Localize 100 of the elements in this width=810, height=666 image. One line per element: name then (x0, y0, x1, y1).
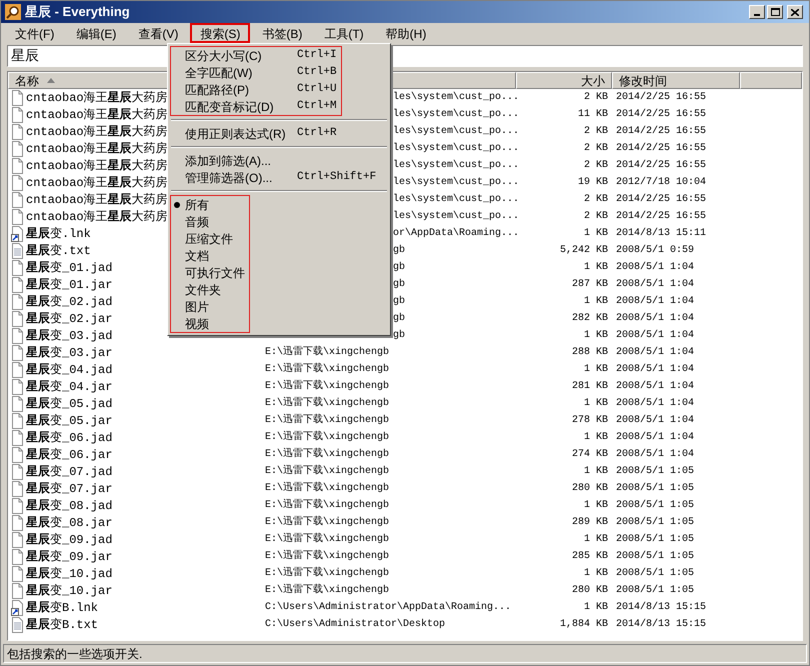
file-path: gb (393, 245, 406, 256)
file-path: les\system\cust_po... (393, 126, 520, 137)
file-size: 1,884 KB (560, 618, 608, 632)
file-path: E:\迅雷下载\xingchengb (265, 500, 390, 511)
file-size: 1 KB (584, 295, 608, 309)
file-size: 287 KB (572, 278, 608, 292)
modified-time: 2008/5/1 1:04 (616, 313, 694, 324)
file-size: 1 KB (584, 227, 608, 241)
modified-time: 2014/8/13 15:15 (616, 602, 706, 613)
modified-time: 2008/5/1 1:04 (616, 262, 694, 273)
file-path: les\system\cust_po... (393, 211, 520, 222)
modified-time: 2008/5/1 1:04 (616, 279, 694, 290)
modified-time: 2008/5/1 1:04 (616, 449, 694, 460)
modified-time: 2012/7/18 10:04 (616, 177, 706, 188)
file-size: 281 KB (572, 380, 608, 394)
file-path: E:\迅雷下载\xingchengb (265, 347, 390, 358)
file-name: cntaobao海王星辰大药房 (26, 90, 168, 106)
file-size: 280 KB (572, 482, 608, 496)
file-size: 288 KB (572, 346, 608, 360)
file-size: 285 KB (572, 550, 608, 564)
modified-time: 2014/2/25 16:55 (616, 143, 706, 154)
modified-time: 2014/2/25 16:55 (616, 126, 706, 137)
file-size: 11 KB (578, 108, 608, 122)
file-path: gb (393, 330, 406, 341)
modified-time: 2008/5/1 1:04 (616, 381, 694, 392)
file-path: E:\迅雷下载\xingchengb (265, 551, 390, 562)
file-name: 星辰变_05.jar (26, 412, 112, 430)
modified-time: 2008/5/1 1:05 (616, 568, 694, 579)
file-size: 289 KB (572, 516, 608, 530)
file-path: C:\Users\Administrator\Desktop (265, 619, 446, 630)
file-path: E:\迅雷下载\xingchengb (265, 415, 390, 426)
modified-time: 2008/5/1 1:04 (616, 432, 694, 443)
file-path: les\system\cust_po... (393, 194, 520, 205)
modified-time: 2014/2/25 16:55 (616, 109, 706, 120)
file-size: 19 KB (578, 176, 608, 190)
file-size: 2 KB (584, 193, 608, 207)
modified-time: 2008/5/1 1:04 (616, 415, 694, 426)
modified-time: 2014/2/25 16:55 (616, 211, 706, 222)
file-name: 星辰变_04.jad (26, 362, 112, 378)
file-path: E:\迅雷下载\xingchengb (265, 364, 390, 375)
file-name: 星辰变_03.jar (26, 344, 112, 362)
file-name: cntaobao海王星辰大药房 (26, 174, 168, 192)
column-label: 名称 (15, 72, 39, 90)
modified-time: 2008/5/1 1:05 (616, 466, 694, 477)
modified-time: 2008/5/1 0:59 (616, 245, 694, 256)
modified-time: 2008/5/1 1:04 (616, 330, 694, 341)
file-size: 1 KB (584, 601, 608, 615)
modified-time: 2014/2/25 16:55 (616, 92, 706, 103)
file-path: E:\迅雷下载\xingchengb (265, 568, 390, 579)
file-path: gb (393, 279, 406, 290)
modified-time: 2008/5/1 1:05 (616, 585, 694, 596)
file-name: 星辰变.lnk (26, 226, 91, 242)
file-path: les\system\cust_po... (393, 143, 520, 154)
file-name: 星辰变_10.jad (26, 566, 112, 582)
file-path: E:\迅雷下载\xingchengb (265, 585, 390, 596)
status-text: 包括搜索的一些选项开关. (7, 646, 142, 662)
file-name: cntaobao海王星辰大药房 (26, 158, 168, 174)
file-path: les\system\cust_po... (393, 109, 520, 120)
file-name: cntaobao海王星辰大药房 (26, 192, 168, 208)
file-name: 星辰变_04.jar (26, 378, 112, 396)
modified-time: 2008/5/1 1:05 (616, 551, 694, 562)
modified-time: 2014/2/25 16:55 (616, 194, 706, 205)
file-name: 星辰变_03.jad (26, 328, 112, 344)
file-size: 2 KB (584, 142, 608, 156)
file-size: 2 KB (584, 159, 608, 173)
file-name: 星辰变_06.jad (26, 430, 112, 446)
file-name: 星辰变_07.jad (26, 464, 112, 480)
file-name: cntaobao海王星辰大药房 (26, 140, 168, 158)
file-name: 星辰变_02.jar (26, 310, 112, 328)
file-size: 278 KB (572, 414, 608, 428)
modified-time: 2008/5/1 1:05 (616, 483, 694, 494)
file-name: 星辰变B.lnk (26, 600, 98, 616)
file-name: 星辰变_07.jar (26, 480, 112, 498)
file-size: 1 KB (584, 363, 608, 377)
file-name: 星辰变B.txt (26, 616, 98, 634)
file-size: 282 KB (572, 312, 608, 326)
file-name: 星辰变_06.jar (26, 446, 112, 464)
file-size: 1 KB (584, 261, 608, 275)
modified-time: 2008/5/1 1:04 (616, 296, 694, 307)
file-name: cntaobao海王星辰大药房 (26, 106, 168, 124)
file-path: les\system\cust_po... (393, 177, 520, 188)
file-path: E:\迅雷下载\xingchengb (265, 381, 390, 392)
window-title: 星辰 - Everything (25, 3, 131, 22)
file-size: 1 KB (584, 499, 608, 513)
file-path: E:\迅雷下载\xingchengb (265, 398, 390, 409)
file-name: 星辰变_02.jad (26, 294, 112, 310)
file-path: or\AppData\Roaming... (393, 228, 520, 239)
file-size: 1 KB (584, 431, 608, 445)
file-path: E:\迅雷下载\xingchengb (265, 449, 390, 460)
file-name: 星辰变_01.jad (26, 260, 112, 276)
modified-time: 2008/5/1 1:05 (616, 534, 694, 545)
file-name: 星辰变_09.jar (26, 548, 112, 566)
file-name: 星辰变_05.jad (26, 396, 112, 412)
file-name: 星辰变_08.jar (26, 514, 112, 532)
file-path: gb (393, 262, 406, 273)
file-name: cntaobao海王星辰大药房 (26, 124, 168, 140)
file-name: 星辰变.txt (26, 242, 91, 260)
file-size: 5,242 KB (560, 244, 608, 258)
modified-time: 2008/5/1 1:04 (616, 398, 694, 409)
file-size: 1 KB (584, 533, 608, 547)
